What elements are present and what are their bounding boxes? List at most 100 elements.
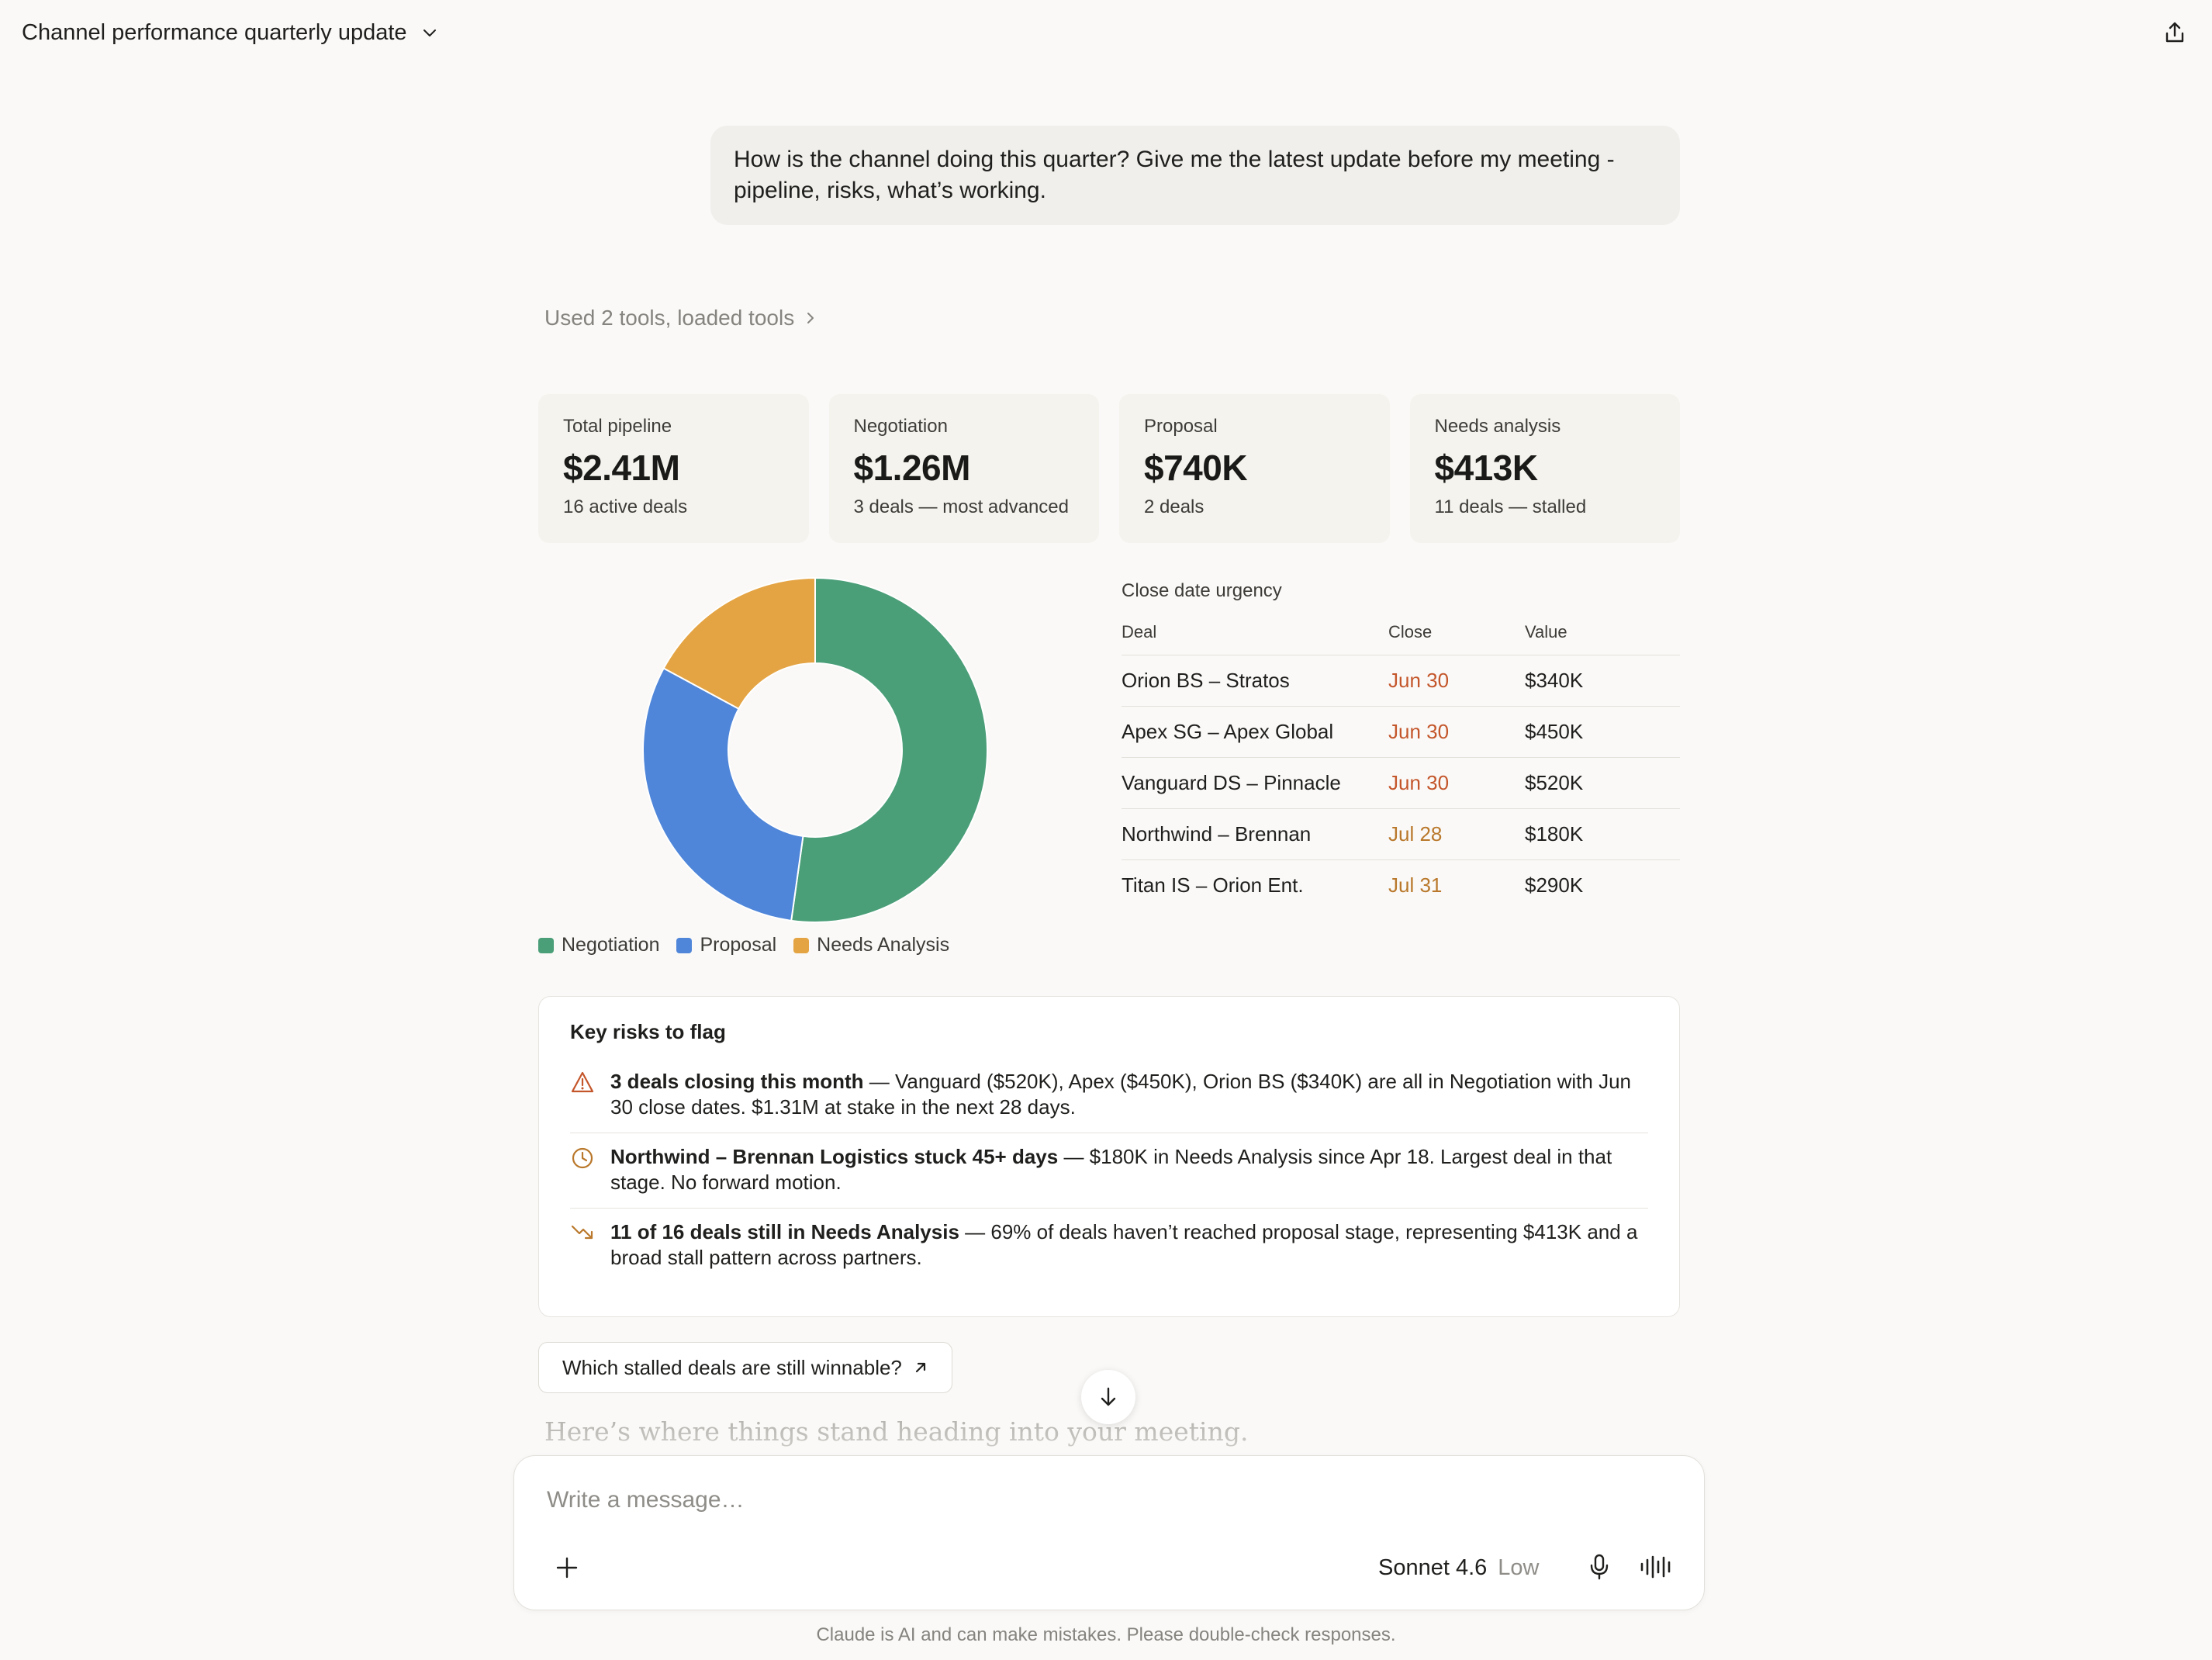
chevron-down-icon (423, 29, 436, 36)
legend-swatch-needs-analysis (793, 937, 810, 953)
kpi-label: Needs analysis (1434, 416, 1561, 437)
add-attachment-button[interactable] (550, 1551, 584, 1585)
kpi-label: Proposal (1144, 416, 1218, 437)
risk-item: Northwind – Brennan Logistics stuck 45+ … (570, 1133, 1648, 1209)
kpi-value: $413K (1434, 448, 1539, 488)
legend-swatch-proposal (676, 937, 693, 953)
kpi-label: Total pipeline (563, 416, 672, 437)
risk-item: 3 deals closing this month — Vanguard ($… (570, 1058, 1648, 1133)
microphone-icon (1590, 1554, 1609, 1580)
table-header-row: Deal Close Value (1122, 622, 1680, 655)
kpi-sub: 16 active deals (563, 496, 688, 517)
deal-value: $180K (1525, 808, 1680, 860)
risk-item: 11 of 16 deals still in Needs Analysis —… (570, 1209, 1648, 1283)
risk-headline: Northwind – Brennan Logistics stuck 45+ … (610, 1145, 1059, 1168)
donut-slice-negotiation (790, 576, 988, 923)
column-header-deal: Deal (1122, 622, 1388, 655)
kpi-value: $1.26M (853, 448, 971, 488)
dictation-button[interactable] (1581, 1549, 1617, 1585)
close-date: Jul 31 (1388, 873, 1443, 897)
conversation-title-menu[interactable]: Channel performance quarterly update (22, 17, 438, 48)
deal-name: Northwind – Brennan (1122, 808, 1388, 860)
table-row: Orion BS – Stratos Jun 30 $340K (1122, 655, 1680, 707)
suggested-prompt-button[interactable]: Which stalled deals are still winnable? (538, 1342, 952, 1393)
arrow-down-icon (1101, 1387, 1116, 1406)
trend-down-icon (570, 1219, 596, 1271)
close-date: Jun 30 (1388, 757, 1525, 809)
suggested-prompt-label: Which stalled deals are still winnable? (562, 1355, 902, 1379)
user-message: How is the channel doing this quarter? G… (710, 126, 1680, 225)
risk-text: Northwind – Brennan Logistics stuck 45+ … (610, 1144, 1648, 1195)
conversation-title: Channel performance quarterly update (22, 19, 407, 45)
kpi-card-needs-analysis: Needs analysis $413K 11 deals — stalled (1409, 394, 1680, 543)
key-risks-card: Key risks to flag 3 deals closing this m… (538, 996, 1680, 1317)
kpi-value: $2.41M (563, 448, 680, 488)
share-icon (2165, 22, 2184, 43)
top-bar: Channel performance quarterly update (0, 0, 2212, 65)
table-row: Northwind – Brennan Jul 28 $180K (1122, 808, 1680, 860)
table-row: Vanguard DS – Pinnacle Jun 30 $520K (1122, 757, 1680, 809)
kpi-value: $740K (1144, 448, 1248, 488)
deal-name: Apex SG – Apex Global (1122, 706, 1388, 758)
tools-used-toggle[interactable]: Used 2 tools, loaded tools (544, 306, 816, 330)
legend-item-needs-analysis: Needs Analysis (793, 934, 949, 956)
tools-used-label: Used 2 tools, loaded tools (544, 306, 795, 330)
close-date-urgency: Close date urgency Deal Close Value Orio… (1122, 580, 1680, 911)
legend-item-negotiation: Negotiation (538, 934, 659, 956)
donut-slice-proposal (642, 667, 804, 922)
model-name: Sonnet 4.6 (1378, 1555, 1488, 1580)
column-header-close: Close (1388, 622, 1525, 655)
share-button[interactable] (2158, 16, 2192, 50)
kpi-sub: 2 deals (1144, 496, 1205, 517)
table-row: Titan IS – Orion Ent. Jul 31 $290K (1122, 860, 1680, 911)
donut-svg (642, 576, 988, 923)
kpi-sub: 3 deals — most advanced (853, 496, 1070, 517)
deal-name: Orion BS – Stratos (1122, 655, 1388, 707)
legend-label: Needs Analysis (817, 934, 950, 956)
risk-headline: 11 of 16 deals still in Needs Analysis (610, 1220, 959, 1243)
deal-name: Vanguard DS – Pinnacle (1122, 757, 1388, 809)
urgency-table: Deal Close Value Orion BS – Stratos Jun … (1122, 622, 1680, 911)
message-composer: Sonnet 4.6 Low (513, 1455, 1705, 1610)
risks-title: Key risks to flag (570, 1020, 726, 1043)
message-input[interactable] (547, 1487, 1555, 1513)
deal-value: $450K (1525, 706, 1680, 758)
pipeline-donut-chart (641, 576, 990, 925)
risk-headline: 3 deals closing this month (610, 1070, 864, 1093)
risk-text: 3 deals closing this month — Vanguard ($… (610, 1069, 1648, 1120)
deal-value: $340K (1525, 655, 1680, 707)
kpi-card-negotiation: Negotiation $1.26M 3 deals — most advanc… (828, 394, 1099, 543)
warning-icon (570, 1069, 596, 1120)
close-date: Jun 30 (1388, 655, 1525, 707)
deal-value: $520K (1525, 757, 1680, 809)
kpi-label: Negotiation (853, 416, 948, 437)
chart-legend: Negotiation Proposal Needs Analysis (538, 934, 949, 956)
waveform-icon (1640, 1555, 1671, 1579)
legend-label: Negotiation (562, 934, 660, 956)
legend-swatch-negotiation (538, 937, 554, 953)
disclaimer: Claude is AI and can make mistakes. Plea… (816, 1624, 1396, 1645)
kpi-card-proposal: Proposal $740K 2 deals (1119, 394, 1390, 543)
legend-item-proposal: Proposal (676, 934, 776, 956)
deal-name: Titan IS – Orion Ent. (1122, 873, 1304, 897)
arrow-up-right-icon (915, 1362, 925, 1373)
scroll-to-bottom-button[interactable] (1081, 1370, 1135, 1424)
plus-icon (556, 1557, 578, 1579)
kpi-cards: Total pipeline $2.41M 16 active deals Ne… (538, 394, 1680, 543)
urgency-title: Close date urgency (1122, 580, 1282, 601)
kpi-sub: 11 deals — stalled (1434, 496, 1587, 517)
response-preview: Here’s where things stand heading into y… (544, 1416, 1249, 1447)
close-date: Jun 30 (1388, 706, 1525, 758)
kpi-card-total-pipeline: Total pipeline $2.41M 16 active deals (538, 394, 809, 543)
voice-mode-button[interactable] (1636, 1549, 1678, 1585)
risk-text: 11 of 16 deals still in Needs Analysis —… (610, 1219, 1648, 1271)
column-header-value: Value (1525, 622, 1680, 655)
table-row: Apex SG – Apex Global Jun 30 $450K (1122, 706, 1680, 758)
close-date: Jul 28 (1388, 808, 1525, 860)
model-effort: Low (1498, 1555, 1540, 1580)
deal-value: $290K (1525, 873, 1584, 897)
legend-label: Proposal (700, 934, 777, 956)
clock-icon (570, 1144, 596, 1195)
model-selector[interactable]: Sonnet 4.6 Low (1378, 1555, 1540, 1581)
chevron-right-icon (807, 313, 814, 323)
